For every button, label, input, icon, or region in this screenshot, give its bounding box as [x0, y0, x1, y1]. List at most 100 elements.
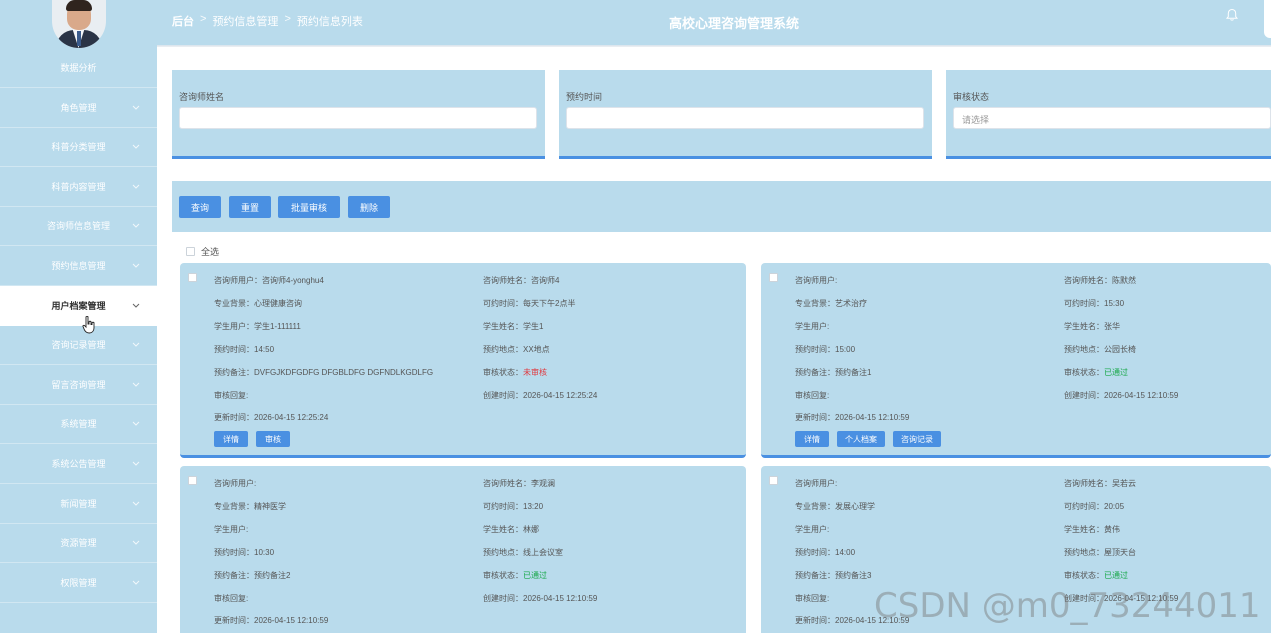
hand-cursor-icon [82, 316, 95, 334]
card-field: 咨询师姓名：陈默然 [1064, 276, 1136, 285]
avatar[interactable] [51, 0, 106, 48]
card-field: 咨询师用户: [795, 479, 838, 488]
sidebar-item[interactable]: 咨询师信息管理 [0, 206, 157, 247]
sidebar-item[interactable]: 系统公告管理 [0, 444, 157, 484]
status-badge: 已通过 [1104, 367, 1128, 377]
header-edge-bar [1264, 0, 1271, 38]
card-field: 审核回复: [214, 390, 249, 400]
review-status-field-label: 审核状态： [483, 367, 523, 377]
card-field: 更新时间：2026-04-15 12:25:24 [214, 413, 329, 423]
sidebar-item[interactable]: 科普分类管理 [0, 127, 157, 168]
breadcrumb-home[interactable]: 后台 [172, 13, 194, 29]
card-field: 学生姓名：林娜 [483, 524, 539, 534]
card-checkbox[interactable] [188, 273, 197, 282]
card-field: 预约时间：14:50 [214, 344, 275, 354]
card-field: 创建时间：2026-04-15 12:10:59 [483, 593, 598, 603]
sidebar-item-label: 用户档案管理 [51, 300, 106, 311]
sidebar-item-label: 留言咨询管理 [51, 379, 106, 390]
select-all-checkbox[interactable] [186, 247, 195, 256]
sidebar-item[interactable]: 系统管理 [0, 404, 157, 445]
detail-button[interactable]: 详情 [795, 431, 829, 447]
avatar-tie [76, 31, 81, 46]
card-field: 咨询师姓名：吴若云 [1064, 479, 1136, 488]
card-field: 学生姓名：黄伟 [1064, 524, 1120, 534]
appointment-card: 咨询师用户: 专业背景：艺术治疗 学生用户: 预约时间：15:00 预约备注：预约备注1… [761, 263, 1271, 458]
chevron-down-icon [132, 342, 140, 347]
action-bar: 查询 重置 批量审核 删除 [172, 181, 1271, 232]
chevron-down-icon [132, 580, 140, 585]
consult-record-button[interactable]: 咨询记录 [893, 431, 941, 447]
card-checkbox[interactable] [188, 476, 197, 485]
sidebar-item[interactable]: 资源管理 [0, 523, 157, 564]
avatar-area [0, 0, 157, 48]
card-field: 学生用户: [795, 321, 830, 331]
filter-counselor-name: 咨询师姓名 [172, 70, 545, 159]
top-header: 后台 > 预约信息管理 > 预约信息列表 高校心理咨询管理系统 [157, 0, 1271, 46]
review-status-field: 审核状态：已通过 [1064, 570, 1128, 581]
card-field: 咨询师用户: [795, 276, 838, 285]
chevron-down-icon [132, 224, 140, 229]
batch-review-button[interactable]: 批量审核 [278, 196, 340, 218]
card-checkbox[interactable] [769, 273, 778, 282]
sidebar-item[interactable]: 咨询记录管理 [0, 325, 157, 366]
select-all[interactable]: 全选 [186, 245, 219, 258]
reset-button[interactable]: 重置 [229, 196, 271, 218]
sidebar-item[interactable]: 角色管理 [0, 88, 157, 128]
breadcrumb-separator: > [200, 13, 207, 25]
breadcrumb-appointment-management[interactable]: 预约信息管理 [212, 13, 278, 29]
delete-button[interactable]: 删除 [348, 196, 390, 218]
card-field: 专业背景：艺术治疗 [795, 298, 867, 308]
card-field: 专业背景：发展心理学 [795, 501, 875, 511]
bell-icon[interactable] [1225, 8, 1239, 22]
card-field: 学生用户: [214, 524, 249, 534]
card-checkbox[interactable] [769, 476, 778, 485]
card-field: 创建时间：2026-04-15 12:25:24 [483, 390, 598, 400]
sidebar-item[interactable]: 留言咨询管理 [0, 365, 157, 405]
sidebar-item-label: 系统管理 [60, 419, 97, 430]
sidebar-item-label: 预约信息管理 [51, 261, 106, 271]
card-field: 创建时间：2026-04-15 12:10:59 [1064, 390, 1179, 400]
card-field: 预约备注：DVFGJKDFGDFG DFGBLDFG DGFNDLKGDLFG [214, 367, 434, 377]
card-field: 咨询师用户: [214, 479, 257, 488]
chevron-down-icon [132, 540, 140, 545]
review-status-field: 审核状态：已通过 [483, 570, 547, 581]
system-title: 高校心理咨询管理系统 [669, 16, 800, 31]
select-all-label: 全选 [201, 247, 220, 257]
review-status-select[interactable]: 请选择 [953, 107, 1271, 129]
card-field: 预约地点：XX地点 [483, 344, 550, 354]
status-badge: 未审核 [523, 367, 547, 377]
counselor-name-input[interactable] [179, 107, 537, 129]
card-field: 专业背景：心理健康咨询 [214, 298, 302, 308]
chevron-down-icon [132, 263, 140, 268]
review-button[interactable]: 审核 [256, 431, 290, 447]
sidebar-item-label: 科普分类管理 [51, 142, 106, 153]
sidebar-item[interactable]: 数据分析 [0, 48, 157, 88]
sidebar-item[interactable]: 科普内容管理 [0, 167, 157, 207]
chevron-down-icon [132, 303, 140, 308]
chevron-down-icon [132, 382, 140, 387]
personal-file-button[interactable]: 个人档案 [837, 431, 885, 447]
sidebar-item[interactable]: 新闻管理 [0, 484, 157, 524]
appointment-time-input[interactable] [566, 107, 924, 129]
sidebar-item[interactable]: 用户档案管理 [0, 285, 157, 326]
sidebar-item-label: 资源管理 [60, 538, 97, 549]
card-field: 可约时间：20:05 [1064, 501, 1125, 511]
review-status-field: 审核状态：已通过 [1064, 367, 1128, 378]
chevron-down-icon [132, 144, 140, 149]
card-field: 预约备注：预约备注3 [795, 570, 872, 580]
avatar-hair [65, 0, 92, 11]
card-field: 可约时间：每天下午2点半 [483, 298, 576, 308]
card-field: 可约时间：13:20 [483, 501, 544, 511]
sidebar-item[interactable]: 预约信息管理 [0, 246, 157, 286]
sidebar-item[interactable]: 权限管理 [0, 563, 157, 603]
query-button[interactable]: 查询 [179, 196, 221, 218]
filter-review-status: 审核状态 请选择 [946, 70, 1271, 159]
status-badge: 已通过 [1104, 570, 1128, 580]
card-field: 审核回复: [795, 593, 830, 603]
sidebar: 数据分析 角色管理科普分类管理科普内容管理咨询师信息管理 预约信息管理 用户档案管理咨… [0, 0, 157, 633]
watermark: CSDN @m0_73244011 [874, 586, 1261, 626]
sidebar-item-label: 咨询师信息管理 [46, 221, 110, 232]
review-status-field: 审核状态：未审核 [483, 367, 547, 378]
detail-button[interactable]: 详情 [214, 431, 248, 447]
card-field: 预约时间：14:00 [795, 547, 856, 557]
